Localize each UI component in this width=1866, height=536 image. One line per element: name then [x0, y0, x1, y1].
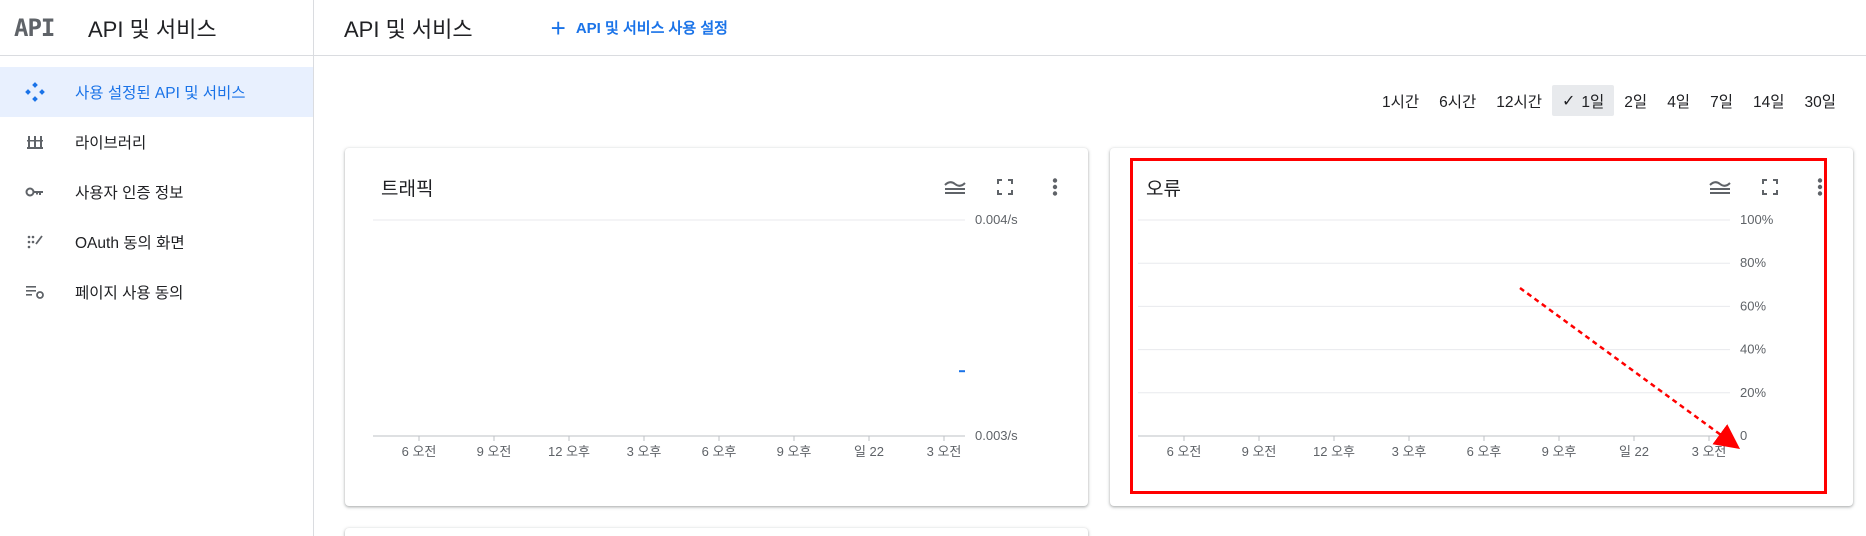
time-range-2d[interactable]: 2일: [1614, 85, 1657, 116]
x-tick-label: 9 오전: [1242, 444, 1277, 459]
x-tick-label: 6 오전: [402, 444, 437, 459]
y-tick-label: 40%: [1740, 342, 1766, 357]
top-bar: API 및 서비스 + API 및 서비스 사용 설정: [314, 0, 1866, 56]
sidebar-item-oauth-consent[interactable]: OAuth 동의 화면: [0, 217, 313, 267]
more-options-icon[interactable]: [1042, 174, 1068, 200]
card-title: 오류: [1146, 179, 1181, 200]
enable-apis-button[interactable]: + API 및 서비스 사용 설정: [551, 15, 728, 41]
card-actions: [1683, 174, 1833, 200]
enable-apis-label: API 및 서비스 사용 설정: [575, 20, 728, 37]
more-options-icon[interactable]: [1807, 174, 1833, 200]
consent-icon: [24, 231, 46, 253]
sidebar-item-label: 페이지 사용 동의: [75, 285, 184, 302]
sidebar-nav: 사용 설정된 API 및 서비스 라이브러리 사용자 인증 정보 OAuth 동…: [0, 56, 313, 317]
traffic-card: 트래픽 0.004/s 0.003/s 6 오전 9 오전 12 오후 3 오후 6 오후 9…: [345, 148, 1088, 506]
x-tick-label: 6 오후: [1467, 444, 1502, 459]
time-range-label: 7일: [1710, 93, 1733, 111]
x-tick-label: 6 오후: [702, 444, 737, 459]
traffic-chart: 0.004/s 0.003/s 6 오전 9 오전 12 오후 3 오후 6 오후 9 오후 일…: [373, 212, 1018, 459]
library-icon: [24, 131, 46, 153]
time-range-4d[interactable]: 4일: [1657, 85, 1700, 116]
api-logo: API: [14, 13, 55, 42]
time-range-label: 14일: [1752, 93, 1785, 111]
y-tick-label: 0.004/s: [975, 212, 1018, 227]
sidebar-item-page-usage[interactable]: 페이지 사용 동의: [0, 267, 313, 317]
y-tick-label: 60%: [1740, 298, 1766, 313]
sidebar-item-credentials[interactable]: 사용자 인증 정보: [0, 167, 313, 217]
legend-toggle-icon[interactable]: [942, 174, 968, 200]
sidebar-item-label: 라이브러리: [75, 135, 147, 152]
x-tick-label: 9 오후: [777, 444, 812, 459]
time-range-label: 1시간: [1381, 93, 1420, 111]
time-range-label: 1일: [1581, 93, 1605, 111]
errors-chart: 100% 80% 60% 40% 20% 0 6 오전 9 오전 12 오후 3 오후 6 오후 9 …: [1138, 212, 1774, 459]
card-actions: [918, 174, 1068, 200]
sidebar-item-label: OAuth 동의 화면: [75, 235, 185, 252]
time-range-label: 12시간: [1496, 93, 1542, 111]
time-range-14d[interactable]: 14일: [1743, 85, 1795, 116]
next-card: [345, 528, 1088, 536]
x-tick-label: 12 오후: [548, 444, 590, 459]
page-title: API 및 서비스: [344, 16, 473, 42]
sidebar-title: API 및 서비스: [88, 16, 217, 42]
x-tick-label: 일 22: [1619, 444, 1649, 459]
key-icon: [24, 181, 46, 203]
sidebar-item-enabled-apis[interactable]: 사용 설정된 API 및 서비스: [0, 67, 313, 117]
errors-card: 오류 100% 80% 60% 40% 20% 0 6 오전 9 오전 12 오후 3 오후 6 오…: [1110, 148, 1853, 506]
time-range-6h[interactable]: 6시간: [1429, 85, 1486, 116]
time-range-label: 30일: [1804, 93, 1836, 111]
legend-toggle-icon[interactable]: [1707, 174, 1733, 200]
check-icon: ✓: [1562, 92, 1576, 110]
time-range-label: 6시간: [1439, 93, 1477, 111]
diamond-icon: [24, 81, 46, 103]
x-tick-label: 3 오후: [1392, 444, 1427, 459]
x-tick-label: 3 오전: [927, 444, 962, 459]
fullscreen-icon[interactable]: [992, 174, 1018, 200]
x-tick-label: 9 오후: [1542, 444, 1577, 459]
sidebar-header: API API 및 서비스: [0, 0, 313, 56]
time-range-label: 2일: [1624, 93, 1648, 111]
sidebar-item-label: 사용 설정된 API 및 서비스: [75, 85, 246, 102]
plus-icon: +: [550, 12, 566, 43]
time-range-1d[interactable]: ✓ 1일: [1552, 85, 1615, 116]
time-range-1h[interactable]: 1시간: [1372, 85, 1429, 116]
page-settings-icon: [24, 281, 46, 303]
x-tick-label: 6 오전: [1167, 444, 1202, 459]
x-tick-label: 3 오전: [1692, 444, 1727, 459]
time-range-12h[interactable]: 12시간: [1486, 85, 1552, 116]
time-range-30d[interactable]: 30일: [1794, 85, 1846, 116]
y-tick-label: 0: [1740, 428, 1747, 443]
y-tick-label: 20%: [1740, 385, 1766, 400]
y-tick-label: 80%: [1740, 255, 1766, 270]
time-range-7d[interactable]: 7일: [1700, 85, 1743, 116]
time-range-selector: 1시간 6시간 12시간 ✓ 1일 2일 4일 7일 14일 30일: [1372, 85, 1846, 116]
y-tick-label: 0.003/s: [975, 428, 1018, 443]
sidebar-item-library[interactable]: 라이브러리: [0, 117, 313, 167]
x-tick-label: 3 오후: [627, 444, 662, 459]
x-tick-label: 9 오전: [477, 444, 512, 459]
time-range-label: 4일: [1667, 93, 1691, 111]
fullscreen-icon[interactable]: [1757, 174, 1783, 200]
card-title: 트래픽: [381, 179, 434, 200]
sidebar: API API 및 서비스 사용 설정된 API 및 서비스 라이브러리 사용자…: [0, 0, 314, 536]
x-tick-label: 일 22: [854, 444, 884, 459]
sidebar-item-label: 사용자 인증 정보: [75, 185, 184, 202]
x-tick-label: 12 오후: [1313, 444, 1355, 459]
y-tick-label: 100%: [1740, 212, 1774, 227]
